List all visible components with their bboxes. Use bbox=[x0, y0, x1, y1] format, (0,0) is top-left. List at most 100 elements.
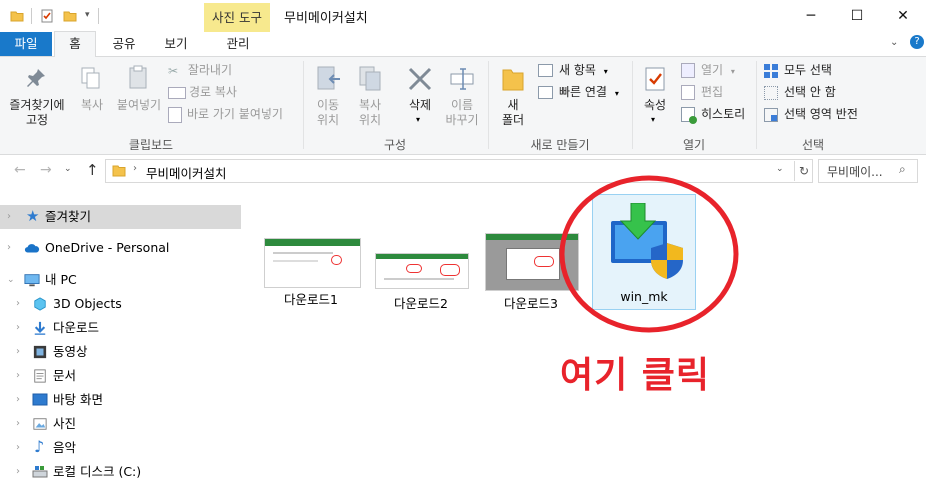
new-folder-button[interactable]: 새 폴더 bbox=[495, 57, 531, 133]
easy-access-button[interactable]: 빠른 연결 ▾ bbox=[538, 83, 619, 101]
chevron-right-icon[interactable]: › bbox=[16, 436, 20, 460]
open-button[interactable]: 열기 ▾ bbox=[681, 61, 735, 79]
help-icon[interactable]: ? bbox=[910, 35, 924, 49]
nav-item-videos[interactable]: › 동영상 bbox=[0, 340, 241, 364]
chevron-down-icon[interactable]: ⌄ bbox=[7, 268, 15, 292]
chevron-right-icon[interactable]: › bbox=[16, 460, 20, 484]
chevron-right-icon[interactable]: › bbox=[16, 388, 20, 412]
tab-share[interactable]: 공유 bbox=[102, 32, 146, 56]
forward-arrow-icon[interactable]: → bbox=[40, 162, 52, 178]
tab-manage[interactable]: 관리 bbox=[210, 32, 266, 56]
ribbon-tab-bar: 파일 홈 공유 보기 관리 ⌄ ? bbox=[0, 31, 926, 57]
nav-item-documents[interactable]: › 문서 bbox=[0, 364, 241, 388]
paste-icon bbox=[129, 65, 147, 89]
new-folder-icon[interactable] bbox=[63, 9, 77, 23]
new-folder-label: 새 폴더 bbox=[501, 98, 525, 127]
nav-label: 동영상 bbox=[53, 344, 88, 359]
folder-icon bbox=[112, 165, 126, 177]
paste-shortcut-button[interactable]: 바로 가기 붙여넣기 bbox=[168, 105, 283, 123]
breadcrumb-current[interactable]: 무비메이커설치 bbox=[146, 163, 227, 182]
pin-icon bbox=[27, 69, 45, 87]
chevron-right-icon[interactable]: › bbox=[7, 236, 11, 260]
nav-item-desktop[interactable]: › 바탕 화면 bbox=[0, 388, 241, 412]
chevron-right-icon[interactable]: › bbox=[7, 205, 11, 229]
copy-icon bbox=[81, 67, 100, 89]
easy-access-dropdown-icon: ▾ bbox=[614, 89, 619, 98]
nav-label: 내 PC bbox=[45, 272, 77, 287]
file-thumbnail bbox=[375, 253, 469, 289]
navigation-pane: › ★ 즐겨찾기 › OneDrive - Personal ⌄ 내 PC › … bbox=[0, 188, 241, 489]
close-button[interactable]: ✕ bbox=[880, 0, 926, 32]
copy-button[interactable]: 복사 bbox=[74, 57, 110, 133]
properties-check-icon[interactable] bbox=[40, 9, 54, 23]
rename-button[interactable]: 이름 바꾸기 bbox=[443, 57, 481, 133]
new-folder-icon bbox=[502, 69, 524, 91]
file-name: 다운로드2 bbox=[394, 296, 448, 311]
nav-item-music[interactable]: › ♪ 음악 bbox=[0, 436, 241, 460]
edit-button[interactable]: 편집 bbox=[681, 83, 723, 101]
tab-home[interactable]: 홈 bbox=[54, 31, 96, 57]
collapse-ribbon-icon[interactable]: ⌄ bbox=[890, 37, 898, 48]
nav-item-quick-access[interactable]: › ★ 즐겨찾기 bbox=[0, 205, 241, 229]
picture-tools-tab[interactable]: 사진 도구 bbox=[204, 3, 270, 32]
address-dropdown-icon[interactable]: ⌄ bbox=[776, 164, 784, 174]
select-all-button[interactable]: 모두 선택 bbox=[764, 61, 832, 79]
nav-label: 음악 bbox=[53, 440, 77, 455]
nav-item-pictures[interactable]: › 사진 bbox=[0, 412, 241, 436]
tab-view[interactable]: 보기 bbox=[152, 32, 200, 56]
up-arrow-icon[interactable]: ↑ bbox=[86, 161, 99, 179]
folder-icon[interactable] bbox=[10, 9, 24, 23]
nav-label: OneDrive - Personal bbox=[45, 240, 170, 255]
copy-to-button[interactable]: 복사 위치 bbox=[350, 57, 390, 133]
properties-button[interactable]: 속성 ▾ bbox=[636, 57, 674, 133]
recent-locations-icon[interactable]: ⌄ bbox=[64, 164, 72, 174]
delete-dropdown-icon: ▾ bbox=[416, 115, 421, 124]
copy-to-label: 복사 위치 bbox=[358, 98, 382, 127]
file-item[interactable]: 다운로드1 bbox=[263, 236, 363, 316]
new-item-button[interactable]: 새 항목 ▾ bbox=[538, 61, 608, 79]
chevron-right-icon[interactable]: › bbox=[16, 316, 20, 340]
nav-label: 바탕 화면 bbox=[53, 392, 103, 407]
paste-button[interactable]: 붙여넣기 bbox=[114, 57, 164, 133]
search-icon[interactable]: ⌕ bbox=[899, 162, 906, 177]
pin-to-quick-access-button[interactable]: 즐겨찾기에 고정 bbox=[0, 57, 70, 133]
search-box[interactable]: 무비메이... ⌕ bbox=[818, 159, 918, 183]
delete-x-icon bbox=[408, 67, 432, 91]
file-item[interactable]: 다운로드2 bbox=[373, 236, 473, 316]
minimize-button[interactable]: ─ bbox=[788, 0, 834, 32]
easy-access-icon bbox=[538, 86, 553, 99]
paste-label: 붙여넣기 bbox=[116, 98, 162, 112]
group-label-clipboard: 클립보드 bbox=[128, 138, 174, 152]
nav-item-this-pc[interactable]: ⌄ 내 PC bbox=[0, 268, 241, 292]
select-none-button[interactable]: 선택 안 함 bbox=[764, 83, 836, 101]
move-to-button[interactable]: 이동 위치 bbox=[308, 57, 348, 133]
history-button[interactable]: 히스토리 bbox=[681, 105, 745, 124]
nav-item-onedrive[interactable]: › OneDrive - Personal bbox=[0, 236, 241, 260]
delete-button[interactable]: 삭제 ▾ bbox=[398, 57, 442, 133]
chevron-right-icon[interactable]: › bbox=[16, 292, 20, 316]
video-icon bbox=[33, 345, 47, 359]
pc-icon bbox=[24, 274, 40, 287]
nav-item-downloads[interactable]: › 다운로드 bbox=[0, 316, 241, 340]
back-arrow-icon[interactable]: ← bbox=[14, 162, 26, 178]
nav-item-3d-objects[interactable]: › 3D Objects bbox=[0, 292, 241, 316]
tab-file[interactable]: 파일 bbox=[0, 32, 52, 56]
new-item-icon bbox=[538, 64, 553, 77]
select-all-icon bbox=[764, 63, 778, 78]
copy-path-button[interactable]: 경로 복사 bbox=[168, 83, 237, 101]
separator bbox=[98, 8, 99, 24]
invert-selection-button[interactable]: 선택 영역 반전 bbox=[764, 105, 858, 123]
refresh-icon[interactable]: ↻ bbox=[794, 161, 813, 181]
select-all-label: 모두 선택 bbox=[784, 63, 832, 77]
cut-button[interactable]: ✂ 잘라내기 bbox=[168, 61, 232, 79]
search-input[interactable]: 무비메이... bbox=[827, 163, 883, 180]
chevron-right-icon[interactable]: › bbox=[16, 364, 20, 388]
invert-selection-label: 선택 영역 반전 bbox=[784, 107, 858, 121]
star-icon: ★ bbox=[26, 207, 40, 225]
nav-item-local-disk[interactable]: › 로컬 디스크 (C:) bbox=[0, 460, 241, 484]
chevron-right-icon[interactable]: › bbox=[16, 412, 20, 436]
nav-label: 로컬 디스크 (C:) bbox=[53, 464, 142, 479]
maximize-button[interactable]: ☐ bbox=[834, 0, 880, 32]
chevron-right-icon[interactable]: › bbox=[16, 340, 20, 364]
customize-quick-access-icon[interactable]: ▾ bbox=[85, 10, 90, 20]
